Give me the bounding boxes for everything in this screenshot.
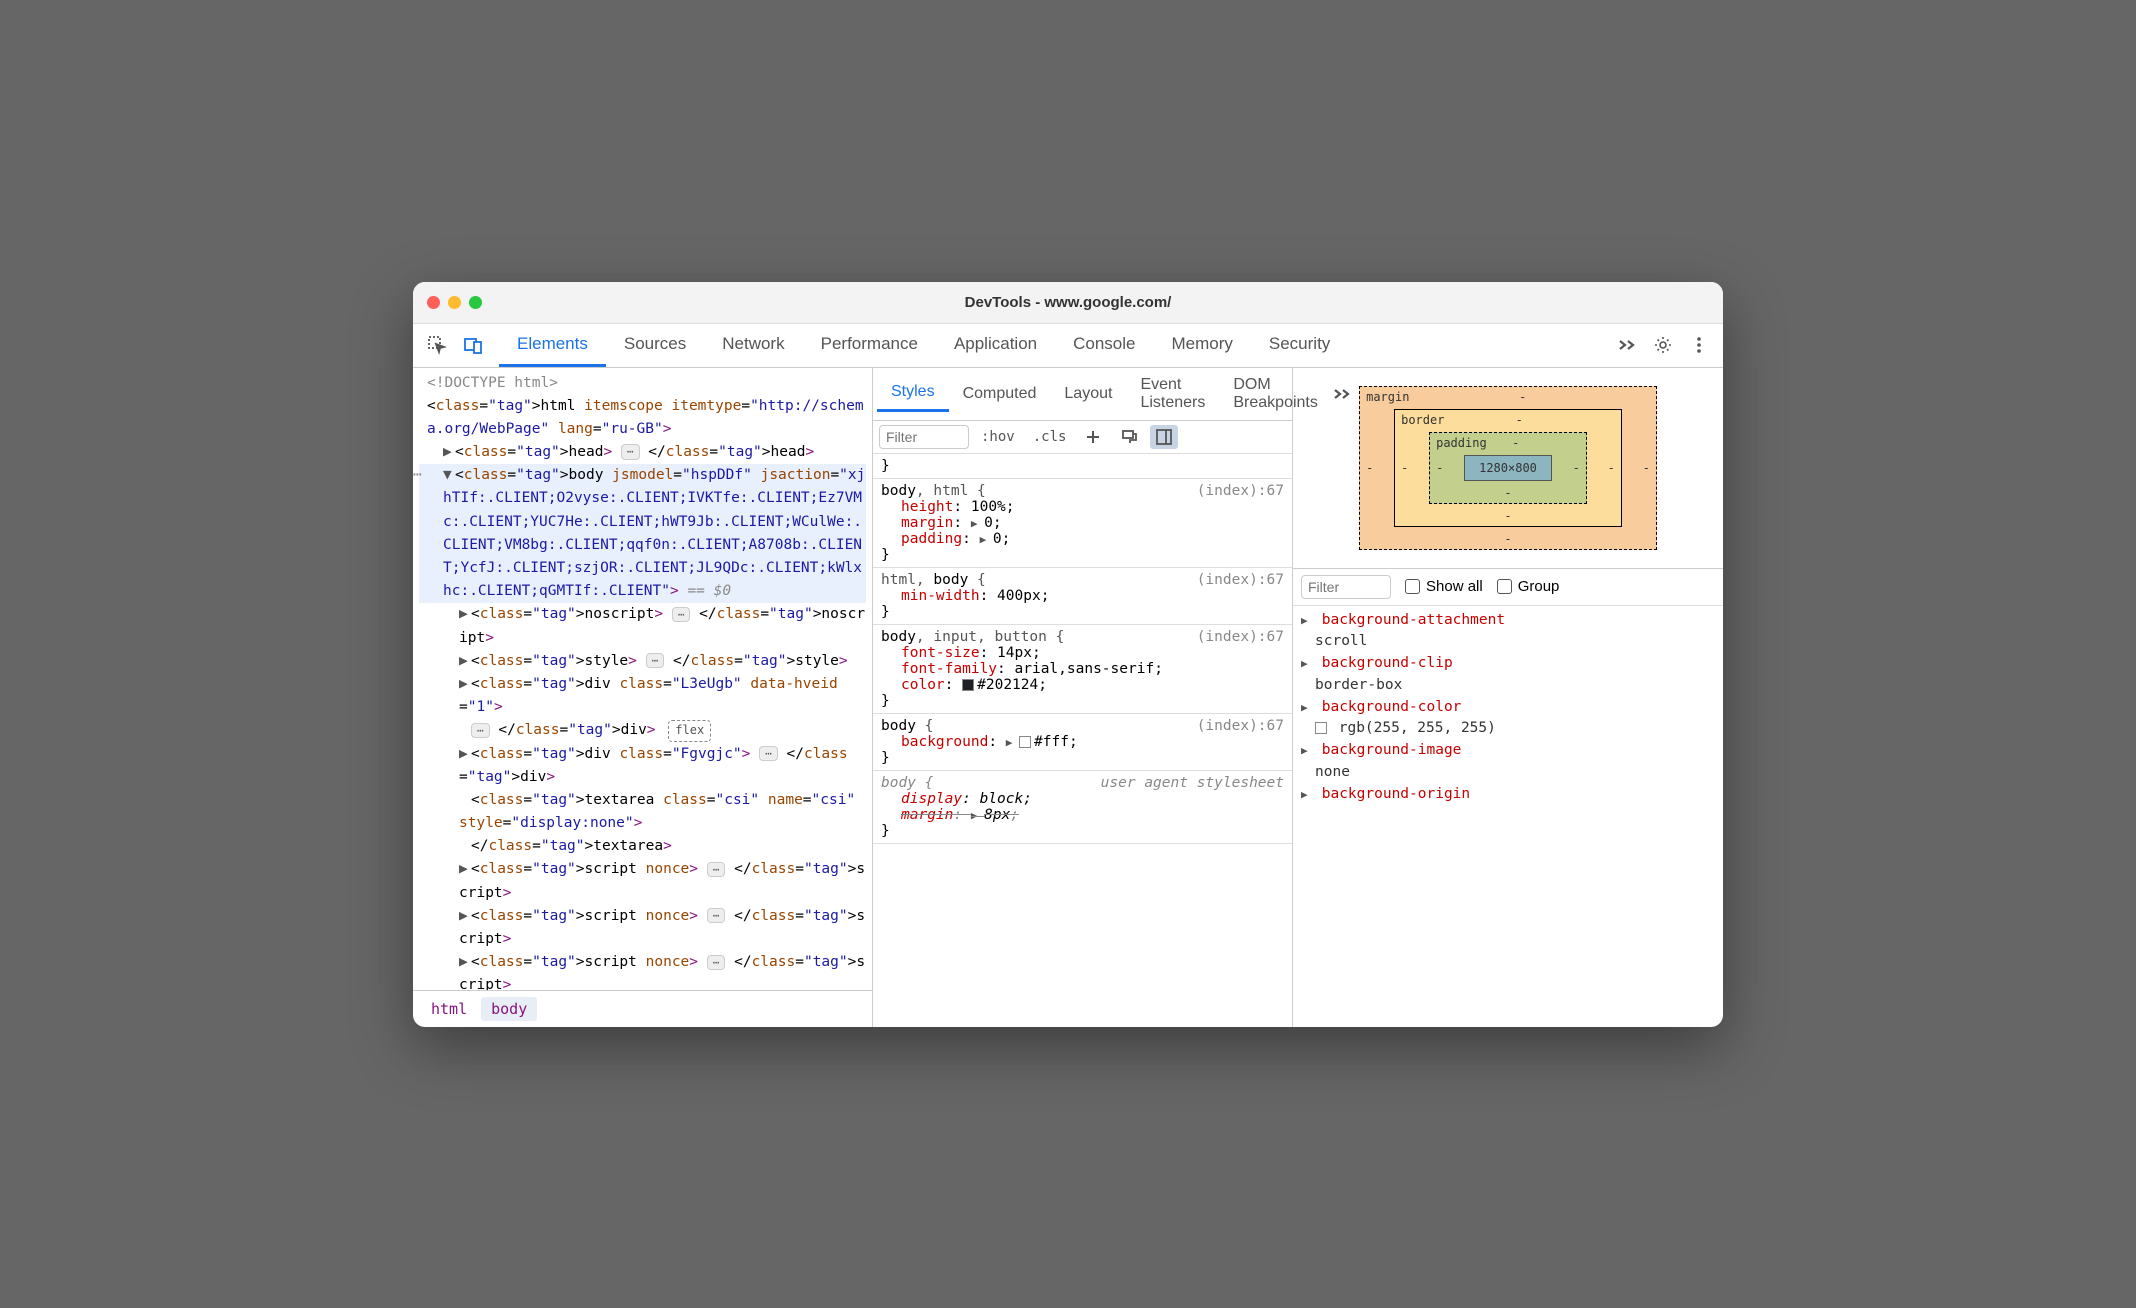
styles-filter-input[interactable] xyxy=(879,425,969,449)
dom-child[interactable]: </class="tag">textarea> xyxy=(419,835,866,858)
style-rule[interactable]: body, html {(index):67height: 100%;margi… xyxy=(873,479,1292,568)
crumb-body[interactable]: body xyxy=(481,997,537,1021)
doctype-line[interactable]: <!DOCTYPE html> xyxy=(419,372,866,395)
style-rule[interactable]: body {(index):67background: ▶ #fff;} xyxy=(873,714,1292,771)
computed-toolbar: Show all Group xyxy=(1293,569,1723,606)
content-size: 1280×800 xyxy=(1464,455,1552,481)
settings-icon[interactable] xyxy=(1647,329,1679,361)
dom-child[interactable]: ▶<class="tag">div class="Fgvgjc"> ⋯ </cl… xyxy=(419,743,866,789)
computed-list[interactable]: ▶ background-attachmentscroll▶ backgroun… xyxy=(1293,606,1723,1027)
padding-label: padding xyxy=(1436,436,1487,450)
devtools-window: DevTools - www.google.com/ ElementsSourc… xyxy=(413,282,1723,1027)
computed-panel: margin - - - - border - - - - padding xyxy=(1293,368,1723,1027)
style-rule[interactable]: html, body {(index):67min-width: 400px;} xyxy=(873,568,1292,625)
titlebar: DevTools - www.google.com/ xyxy=(413,282,1723,324)
computed-filter-input[interactable] xyxy=(1301,575,1391,599)
sub-tabs: StylesComputedLayoutEvent ListenersDOM B… xyxy=(873,368,1292,421)
style-rule[interactable]: body, input, button {(index):67font-size… xyxy=(873,625,1292,714)
elements-panel: <!DOCTYPE html><class="tag">html itemsco… xyxy=(413,368,873,1027)
dom-child[interactable]: <class="tag">textarea class="csi" name="… xyxy=(419,789,866,835)
content: <!DOCTYPE html><class="tag">html itemsco… xyxy=(413,368,1723,1027)
group-checkbox[interactable]: Group xyxy=(1497,578,1560,595)
kebab-menu-icon[interactable] xyxy=(1683,329,1715,361)
main-toolbar: ElementsSourcesNetworkPerformanceApplica… xyxy=(413,324,1723,368)
computed-prop[interactable]: ▶ background-imagenone xyxy=(1301,740,1715,784)
computed-prop[interactable]: ▶ background-color rgb(255, 255, 255) xyxy=(1301,697,1715,741)
hov-button[interactable]: :hov xyxy=(975,427,1021,447)
paint-icon[interactable] xyxy=(1114,426,1144,448)
window-title: DevTools - www.google.com/ xyxy=(413,294,1723,311)
tab-performance[interactable]: Performance xyxy=(803,324,936,367)
tab-network[interactable]: Network xyxy=(704,324,802,367)
tab-console[interactable]: Console xyxy=(1055,324,1153,367)
styles-panel: StylesComputedLayoutEvent ListenersDOM B… xyxy=(873,368,1293,1027)
crumb-html[interactable]: html xyxy=(421,997,477,1021)
style-rule[interactable]: body {user agent stylesheetdisplay: bloc… xyxy=(873,771,1292,844)
html-open[interactable]: <class="tag">html itemscope itemtype="ht… xyxy=(419,395,866,441)
style-rules[interactable]: }body, html {(index):67height: 100%;marg… xyxy=(873,454,1292,1027)
margin-label: margin xyxy=(1366,390,1409,404)
cls-button[interactable]: .cls xyxy=(1027,427,1073,447)
box-model[interactable]: margin - - - - border - - - - padding xyxy=(1293,368,1723,569)
tab-security[interactable]: Security xyxy=(1251,324,1348,367)
head-line[interactable]: ▶<class="tag">head> ⋯ </class="tag">head… xyxy=(419,441,866,464)
style-rule[interactable]: } xyxy=(873,454,1292,479)
tab-memory[interactable]: Memory xyxy=(1153,324,1250,367)
main-tabs: ElementsSourcesNetworkPerformanceApplica… xyxy=(499,324,1607,367)
computed-prop[interactable]: ▶ background-origin xyxy=(1301,784,1715,806)
new-rule-icon[interactable] xyxy=(1078,426,1108,448)
dom-child[interactable]: ▶<class="tag">div class="L3eUgb" data-hv… xyxy=(419,673,866,719)
subtab-layout[interactable]: Layout xyxy=(1050,377,1126,411)
border-label: border xyxy=(1401,413,1444,427)
subtab-styles[interactable]: Styles xyxy=(877,375,949,412)
subtab-event-listeners[interactable]: Event Listeners xyxy=(1126,368,1219,420)
inspect-icon[interactable] xyxy=(421,329,453,361)
more-tabs-icon[interactable] xyxy=(1611,329,1643,361)
styles-toolbar: :hov .cls xyxy=(873,421,1292,454)
dom-child[interactable]: ▶<class="tag">script nonce> ⋯ </class="t… xyxy=(419,951,866,989)
computed-prop[interactable]: ▶ background-clipborder-box xyxy=(1301,653,1715,697)
tab-application[interactable]: Application xyxy=(936,324,1055,367)
dom-child[interactable]: ▶<class="tag">script nonce> ⋯ </class="t… xyxy=(419,905,866,951)
tab-elements[interactable]: Elements xyxy=(499,324,606,367)
dom-child[interactable]: ▶<class="tag">script nonce> ⋯ </class="t… xyxy=(419,858,866,904)
breadcrumb: htmlbody xyxy=(413,990,872,1027)
tab-sources[interactable]: Sources xyxy=(606,324,704,367)
device-mode-icon[interactable] xyxy=(457,329,489,361)
dom-child[interactable]: ▶<class="tag">noscript> ⋯ </class="tag">… xyxy=(419,603,866,649)
body-open[interactable]: ▼<class="tag">body jsmodel="hspDDf" jsac… xyxy=(419,464,866,603)
computed-toggle-icon[interactable] xyxy=(1150,425,1178,449)
dom-tree[interactable]: <!DOCTYPE html><class="tag">html itemsco… xyxy=(413,368,872,990)
subtab-computed[interactable]: Computed xyxy=(949,377,1051,411)
computed-prop[interactable]: ▶ background-attachmentscroll xyxy=(1301,610,1715,654)
dom-child[interactable]: ▶<class="tag">style> ⋯ </class="tag">sty… xyxy=(419,650,866,673)
show-all-checkbox[interactable]: Show all xyxy=(1405,578,1483,595)
dom-child[interactable]: ⋯ </class="tag">div> flex xyxy=(419,719,866,742)
